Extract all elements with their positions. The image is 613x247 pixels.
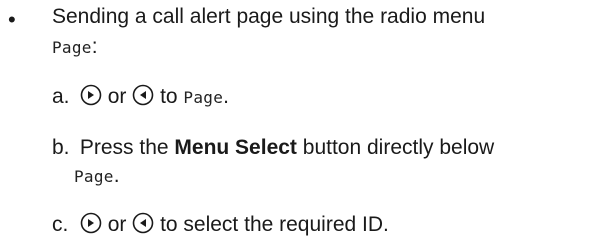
- step-marker: a.: [52, 85, 70, 108]
- step-end: .: [223, 85, 229, 108]
- right-navigation-key-icon: [80, 212, 102, 234]
- right-navigation-key-icon: [80, 84, 102, 106]
- bullet-marker: •: [8, 7, 16, 32]
- menu-select-label: Menu Select: [174, 136, 297, 159]
- or-text: or: [107, 85, 127, 108]
- step-b: b. Press the Menu Select button directly…: [52, 135, 494, 161]
- menu-item-page: Page: [183, 88, 224, 107]
- step-a: a. or to Page.: [52, 84, 229, 111]
- step-c-text: to select the required ID.: [160, 213, 389, 236]
- step-b-continuation: Page.: [74, 163, 120, 190]
- step-c: c. or to select the required ID.: [52, 212, 389, 238]
- menu-item-page: Page: [74, 167, 114, 186]
- step-marker: b.: [52, 136, 70, 159]
- step-marker: c.: [52, 213, 69, 236]
- left-navigation-key-icon: [132, 212, 154, 234]
- or-text: or: [107, 213, 127, 236]
- left-navigation-key-icon: [132, 84, 154, 106]
- intro-colon: :: [91, 35, 98, 58]
- step-b-text-end: button directly below: [296, 136, 495, 159]
- to-text: to: [160, 85, 178, 108]
- document-page: • Sending a call alert page using the ra…: [0, 0, 613, 247]
- intro-line-text: Sending a call alert page using the radi…: [52, 5, 486, 28]
- menu-item-page: Page: [52, 38, 92, 57]
- step-end: .: [113, 164, 120, 187]
- intro-menu-line: Page:: [52, 34, 98, 61]
- step-b-text-start: Press the: [79, 136, 175, 159]
- intro-text: Sending a call alert page using the radi…: [52, 4, 485, 30]
